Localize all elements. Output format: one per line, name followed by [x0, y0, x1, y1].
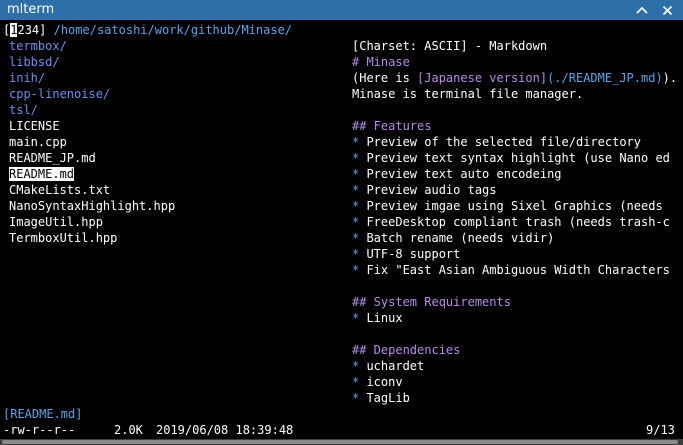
preview-text: Minase is terminal file manager. — [352, 87, 584, 101]
file-permissions: -rw-r--r-- — [3, 423, 76, 437]
file-date: 2019/06/08 18:39:48 — [156, 423, 294, 437]
preview-text: Batch rename (needs vidir) — [366, 231, 555, 245]
preview-text: uchardet — [366, 359, 425, 373]
preview-line: * Linux — [352, 310, 403, 326]
file-name: LICENSE — [9, 119, 60, 133]
preview-text: ## Dependencies — [352, 343, 461, 357]
preview-line: * Preview of the selected file/directory — [352, 134, 641, 150]
file-item[interactable]: ImageUtil.hpp — [9, 214, 103, 230]
file-name: ImageUtil.hpp — [9, 215, 103, 229]
window-title: mlterm — [7, 2, 55, 17]
file-name: termbox/ — [9, 39, 67, 53]
directory-item[interactable]: termbox/ — [9, 38, 67, 54]
preview-line: Minase is terminal file manager. — [352, 86, 583, 102]
title-bar: mlterm — [0, 0, 683, 20]
directory-item[interactable]: inih/ — [9, 70, 45, 86]
close-button[interactable] — [658, 1, 676, 19]
preview-text: Linux — [366, 311, 403, 325]
preview-text: * — [352, 199, 367, 213]
preview-line: * uchardet — [352, 358, 424, 374]
preview-text: * — [352, 247, 367, 261]
file-item[interactable]: TermboxUtil.hpp — [9, 230, 117, 246]
preview-line: # Minase — [352, 54, 410, 70]
file-position: 9/13 — [646, 423, 675, 437]
preview-line: (Here is [Japanese version](./README_JP.… — [352, 70, 677, 86]
preview-line: [Charset: ASCII] - Markdown — [352, 38, 547, 54]
preview-text: * — [352, 183, 367, 197]
file-item[interactable]: LICENSE — [9, 118, 60, 134]
file-name: TermboxUtil.hpp — [9, 231, 118, 245]
file-name: inih/ — [9, 71, 46, 85]
preview-line: * TagLib — [352, 390, 410, 406]
preview-line: * UTF-8 support — [352, 246, 460, 262]
directory-item[interactable]: tsl/ — [9, 102, 38, 118]
chevron-up-icon — [636, 6, 648, 14]
file-name: main.cpp — [9, 135, 67, 149]
scrollbar-thumb[interactable] — [2, 440, 678, 444]
maximize-button[interactable] — [633, 1, 651, 19]
file-name: NanoSyntaxHighlight.hpp — [9, 199, 176, 213]
preview-text: Preview audio tags — [366, 183, 497, 197]
preview-text: * — [352, 359, 367, 373]
preview-text: # Minase — [352, 55, 410, 69]
preview-text: * — [352, 231, 367, 245]
preview-line: * iconv — [352, 374, 403, 390]
preview-text: Preview imgae using Sixel Graphics (need… — [366, 199, 663, 213]
preview-text: * — [352, 215, 367, 229]
preview-line: * Preview audio tags — [352, 182, 497, 198]
preview-text: ## Features — [352, 119, 432, 133]
horizontal-scrollbar[interactable] — [0, 439, 683, 445]
preview-line: * Preview imgae using Sixel Graphics (ne… — [352, 198, 663, 214]
preview-line: * Preview text syntax highlight (use Nan… — [352, 150, 670, 166]
preview-text: [Charset: ASCII] - Markdown — [352, 39, 548, 53]
preview-line: ## Dependencies — [352, 342, 460, 358]
preview-text: UTF-8 support — [366, 247, 461, 261]
file-name: tsl/ — [9, 103, 38, 117]
preview-text: * — [352, 167, 367, 181]
file-item[interactable]: NanoSyntaxHighlight.hpp — [9, 198, 175, 214]
preview-line: ## System Requirements — [352, 294, 511, 310]
preview-line: * Preview text auto encodeing — [352, 166, 562, 182]
directory-item[interactable]: cpp-linenoise/ — [9, 86, 110, 102]
file-name: cpp-linenoise/ — [9, 87, 111, 101]
preview-line: * Fix "East Asian Ambiguous Width Charac… — [352, 262, 670, 278]
preview-text: ). — [662, 71, 678, 85]
preview-text: [Japanese version] — [417, 71, 548, 85]
preview-text: Preview of the selected file/directory — [366, 135, 641, 149]
preview-text: (./README_JP.md) — [547, 71, 663, 85]
preview-text: * — [352, 391, 367, 405]
preview-text: * — [352, 135, 367, 149]
preview-text: * — [352, 263, 367, 277]
file-size: 2.0K — [114, 423, 143, 437]
selected-file-label: [README.md] — [3, 407, 83, 421]
preview-text: iconv — [366, 375, 403, 389]
preview-text: * — [352, 311, 367, 325]
file-name: README.md — [9, 167, 75, 181]
file-name: CMakeLists.txt — [9, 183, 111, 197]
preview-text: Preview text auto encodeing — [366, 167, 562, 181]
preview-text: ## System Requirements — [352, 295, 511, 309]
preview-text: Fix "East Asian Ambiguous Width Characte… — [366, 263, 670, 277]
file-item[interactable]: README_JP.md — [9, 150, 96, 166]
file-name: README_JP.md — [9, 151, 96, 165]
preview-text: * — [352, 375, 367, 389]
tab-list[interactable]: 234] — [17, 23, 46, 37]
preview-line: * FreeDesktop compliant trash (needs tra… — [352, 214, 670, 230]
preview-text: TagLib — [366, 391, 410, 405]
file-item[interactable]: main.cpp — [9, 134, 67, 150]
directory-item[interactable]: libbsd/ — [9, 54, 60, 70]
close-icon — [662, 5, 672, 15]
preview-text: FreeDesktop compliant trash (needs trash… — [366, 215, 670, 229]
tab-bar: [1234] /home/satoshi/work/github/Minase/ — [3, 22, 292, 38]
terminal-area[interactable]: [1234] /home/satoshi/work/github/Minase/… — [0, 20, 683, 445]
preview-line: * Batch rename (needs vidir) — [352, 230, 554, 246]
file-item[interactable]: CMakeLists.txt — [9, 182, 110, 198]
file-item[interactable]: README.md — [9, 166, 75, 182]
preview-text: (Here is — [352, 71, 418, 85]
preview-text: Preview text syntax highlight (use Nano … — [366, 151, 670, 165]
preview-line: ## Features — [352, 118, 431, 134]
file-name: libbsd/ — [9, 55, 60, 69]
current-path: /home/satoshi/work/github/Minase/ — [53, 23, 293, 37]
preview-text: * — [352, 151, 367, 165]
